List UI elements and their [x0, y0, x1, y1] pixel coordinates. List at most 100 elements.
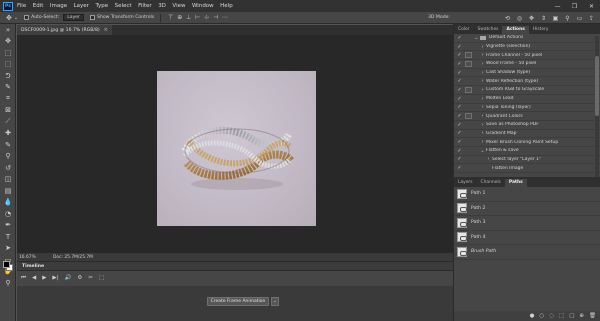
clone-stamp-tool-icon[interactable]: ⚲: [0, 151, 16, 163]
chevron-right-icon[interactable]: ›: [485, 156, 492, 162]
checkmark-icon[interactable]: ✓: [456, 104, 463, 110]
toolbar-collapse-icon[interactable]: »: [0, 24, 16, 36]
dialog-toggle-icon[interactable]: [465, 130, 472, 136]
menu-view[interactable]: View: [172, 3, 185, 9]
chevron-right-icon[interactable]: ›: [479, 122, 486, 128]
3d-slide-icon[interactable]: ⇕: [539, 14, 548, 22]
chevron-right-icon[interactable]: ›: [479, 70, 486, 76]
document-image[interactable]: [157, 71, 316, 226]
dialog-toggle-icon[interactable]: [465, 139, 472, 145]
checkmark-icon[interactable]: ✓: [456, 113, 463, 119]
stroke-path-icon[interactable]: ○: [539, 313, 544, 319]
chevron-right-icon[interactable]: ›: [479, 139, 486, 145]
menu-3d[interactable]: 3D: [158, 3, 166, 9]
close-icon[interactable]: ✕: [583, 0, 600, 12]
dodge-tool-icon[interactable]: ◔: [0, 208, 16, 220]
checkmark-icon[interactable]: ✓: [456, 130, 463, 136]
tab-color[interactable]: Color: [454, 26, 473, 34]
checkmark-icon[interactable]: ✓: [456, 139, 463, 145]
align-top-icon[interactable]: ⊤: [167, 14, 174, 21]
checkmark-icon[interactable]: ✓: [456, 78, 463, 84]
align-middle-icon[interactable]: ⊕: [176, 14, 183, 21]
3d-roll-icon[interactable]: ◎: [515, 14, 524, 22]
checkmark-icon[interactable]: ✓: [456, 122, 463, 128]
menu-image[interactable]: Image: [50, 3, 67, 9]
checkmark-icon[interactable]: ✓: [456, 61, 463, 67]
auto-select-dropdown[interactable]: Layer: [63, 14, 85, 21]
chevron-right-icon[interactable]: ›: [479, 96, 486, 102]
load-selection-icon[interactable]: ◌: [549, 313, 554, 319]
menu-edit[interactable]: Edit: [33, 3, 44, 9]
quick-select-tool-icon[interactable]: ✎: [0, 82, 16, 94]
document-size-info[interactable]: Doc: 25.7M/25.7M: [53, 255, 93, 260]
menu-help[interactable]: Help: [220, 3, 233, 9]
trash-icon[interactable]: 🗑: [589, 313, 596, 319]
move-tool-preset-icon[interactable]: ✥: [6, 14, 12, 22]
chevron-down-icon[interactable]: ⌄: [473, 35, 480, 41]
checkmark-icon[interactable]: ✓: [456, 156, 463, 162]
gradient-tool-icon[interactable]: ▤: [0, 185, 16, 197]
menu-filter[interactable]: Filter: [138, 3, 152, 9]
checkmark-icon[interactable]: ✓: [456, 87, 463, 93]
type-tool-icon[interactable]: T: [0, 231, 16, 243]
add-mask-icon[interactable]: ▢: [569, 313, 574, 319]
action-row[interactable]: ✓ › Sepia Toning (layer): [454, 104, 600, 113]
action-row[interactable]: ✓ › Molten Lead: [454, 95, 600, 104]
move-tool-icon[interactable]: ✥: [0, 36, 16, 48]
dialog-toggle-icon[interactable]: [465, 104, 472, 110]
search-icon[interactable]: ⚲: [563, 14, 572, 22]
action-row[interactable]: ✓ › Water Reflection (type): [454, 77, 600, 87]
auto-select-checkbox[interactable]: [24, 15, 30, 20]
dialog-toggle-icon[interactable]: [465, 113, 472, 120]
chevron-right-icon[interactable]: ›: [479, 113, 486, 119]
action-row[interactable]: ✓ ⌄ Flatten & save: [454, 147, 600, 156]
make-work-path-icon[interactable]: ⬚: [559, 313, 564, 319]
tab-channels[interactable]: Channels: [477, 179, 505, 187]
artboard-tool-icon[interactable]: ⬚: [0, 47, 16, 59]
actions-scrollbar[interactable]: [595, 36, 599, 186]
next-frame-icon[interactable]: ▶|: [52, 275, 58, 281]
eraser-tool-icon[interactable]: ◫: [0, 174, 16, 186]
dialog-toggle-icon[interactable]: [465, 148, 472, 154]
action-row[interactable]: ✓ › Mixer Brush Cloning Paint Setup: [454, 138, 600, 147]
dialog-toggle-icon[interactable]: [465, 44, 472, 50]
scroll-thumb[interactable]: [595, 56, 599, 116]
menu-window[interactable]: Window: [192, 3, 214, 9]
action-row[interactable]: ✓ Flatten Image: [454, 164, 600, 173]
3d-rotate-icon[interactable]: ⟲: [503, 14, 512, 22]
checkmark-icon[interactable]: ✓: [456, 165, 463, 171]
first-frame-icon[interactable]: ⏮: [21, 275, 26, 282]
new-path-icon[interactable]: ⊕: [579, 313, 584, 319]
tab-actions[interactable]: Actions: [502, 26, 529, 34]
pen-tool-icon[interactable]: ✒: [0, 220, 16, 232]
path-select-tool-icon[interactable]: ➤: [0, 243, 16, 255]
foreground-color-swatch[interactable]: [3, 261, 10, 268]
chevron-right-icon[interactable]: ›: [479, 87, 486, 93]
dialog-toggle-icon[interactable]: [465, 156, 472, 162]
crop-tool-icon[interactable]: ⌗: [0, 93, 16, 105]
history-brush-tool-icon[interactable]: ↺: [0, 162, 16, 174]
align-bottom-icon[interactable]: ⊥: [185, 14, 192, 21]
checkmark-icon[interactable]: ✓: [456, 52, 463, 58]
checkmark-icon[interactable]: ✓: [456, 44, 463, 50]
more-options-icon[interactable]: ⋯: [221, 14, 228, 21]
chevron-right-icon[interactable]: ›: [479, 78, 486, 84]
tab-swatches[interactable]: Swatches: [473, 26, 502, 34]
align-center-icon[interactable]: ⊹: [203, 14, 210, 21]
eyedropper-tool-icon[interactable]: ⟋: [0, 116, 16, 128]
dialog-toggle-icon[interactable]: [465, 35, 472, 41]
restore-icon[interactable]: ❐: [566, 0, 583, 12]
action-row[interactable]: ✓ ⌄ Default Actions: [454, 34, 600, 43]
path-row[interactable]: Path 4: [454, 231, 600, 245]
healing-brush-tool-icon[interactable]: ✚: [0, 128, 16, 140]
previous-frame-icon[interactable]: ◀: [32, 275, 36, 281]
canvas-area[interactable]: [17, 35, 453, 253]
action-row[interactable]: ✓ › Vignette (selection): [454, 43, 600, 52]
dialog-toggle-icon[interactable]: [465, 78, 472, 84]
marquee-tool-icon[interactable]: ⬚: [0, 59, 16, 71]
action-row[interactable]: ✓ › Custom RGB to Grayscale: [454, 86, 600, 95]
chevron-right-icon[interactable]: ›: [479, 52, 486, 58]
chevron-down-icon[interactable]: ⌄: [479, 148, 486, 154]
zoom-tool-icon[interactable]: ⚲: [0, 277, 16, 289]
dialog-toggle-icon[interactable]: [465, 96, 472, 102]
